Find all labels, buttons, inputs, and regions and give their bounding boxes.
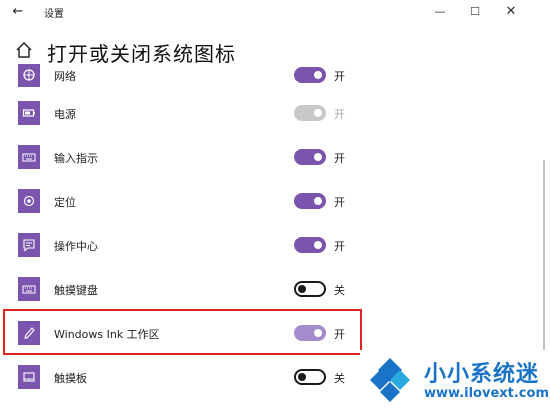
toggle-knob [314,109,322,117]
toggle-switch[interactable] [294,105,326,121]
list-item-label: 电源 [54,108,76,121]
watermark-url: www.ilovext.com [424,386,549,401]
toggle-state-label: 开 [334,152,345,165]
toggle-state-label: 开 [334,196,345,209]
toggle-knob [298,285,306,293]
list-item-label: 操作中心 [54,240,98,253]
home-icon[interactable] [14,40,34,60]
list-item-label: 输入指示 [54,152,98,165]
network-icon [18,63,40,87]
list-item-label: 网络 [54,70,76,83]
toggle-knob [314,241,322,249]
touch-keyboard-icon [18,277,40,301]
list-item-label: 触摸键盘 [54,284,98,297]
highlight-box [3,309,362,355]
keyboard-icon [18,145,40,169]
toggle-switch[interactable] [294,67,326,83]
toggle-knob [314,197,322,205]
toggle-state-label: 关 [334,284,345,297]
toggle-state-label: 开 [334,240,345,253]
page-title: 打开或关闭系统图标 [47,42,236,66]
list-item-power: 电源 开 [0,101,540,141]
action-center-icon [18,233,40,257]
toggle-switch[interactable] [294,149,326,165]
toggle-switch[interactable] [294,369,326,385]
toggle-knob [314,71,322,79]
toggle-switch[interactable] [294,281,326,297]
toggle-state-label: 开 [334,108,345,121]
list-item-label: 定位 [54,196,76,209]
watermark-text: 小小系统迷 [424,362,540,387]
location-icon [18,189,40,213]
list-item-location: 定位 开 [0,189,540,229]
watermark-logo: 小小系统迷 www.ilovext.com [360,350,550,410]
toggle-state-label: 开 [334,70,345,83]
toggle-knob [314,153,322,161]
list-item-action-center: 操作中心 开 [0,233,540,273]
toggle-switch[interactable] [294,237,326,253]
toggle-switch[interactable] [294,193,326,209]
touchpad-icon [18,365,40,389]
list-item-network: 网络 开 [0,63,540,103]
list-item-label: 触摸板 [54,372,87,385]
logo-mark-icon [366,356,414,404]
battery-icon [18,101,40,125]
list-item-input-indicator: 输入指示 开 [0,145,540,185]
toggle-knob [298,373,306,381]
toggle-state-label: 关 [334,372,345,385]
